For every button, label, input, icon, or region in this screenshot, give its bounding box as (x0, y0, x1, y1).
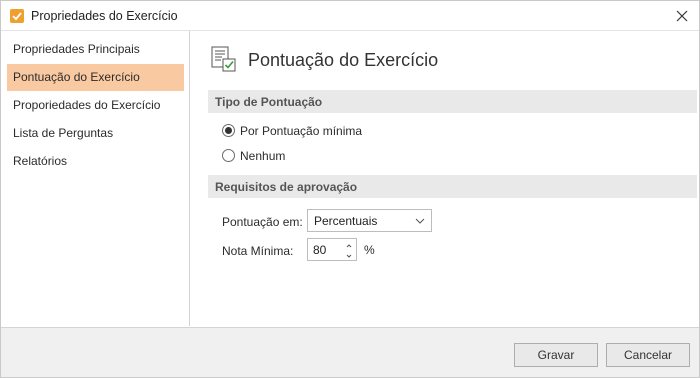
chevron-down-icon (346, 254, 352, 258)
radio-button-checked[interactable] (222, 124, 235, 137)
select-value: Percentuais (314, 214, 378, 228)
main-panel: Pontuação do Exercício Tipo de Pontuação… (191, 31, 699, 326)
min-grade-value[interactable]: 80 (313, 243, 326, 257)
close-button[interactable] (671, 5, 693, 27)
score-in-label: Pontuação em: (222, 215, 303, 229)
min-grade-label: Nota Mínima: (222, 244, 294, 258)
cancel-button[interactable]: Cancelar (606, 343, 690, 367)
chevron-down-icon (415, 218, 425, 224)
score-sheet-icon (211, 46, 237, 72)
section-title: Tipo de Pontuação (215, 95, 323, 109)
approval-requirements-section-header: Requisitos de aprovação (208, 175, 697, 198)
score-in-select[interactable]: Percentuais (307, 209, 432, 232)
increment-button[interactable] (344, 240, 354, 250)
percent-unit: % (364, 243, 375, 257)
window-title: Propriedades do Exercício (31, 9, 178, 23)
save-button[interactable]: Gravar (514, 343, 598, 367)
sidebar-item-reports[interactable]: Relatórios (7, 148, 184, 175)
scoring-type-section-header: Tipo de Pontuação (208, 90, 697, 113)
sidebar-item-exercise-scoring[interactable]: Pontuação do Exercício (7, 64, 184, 91)
sidebar-item-exercise-properties[interactable]: Proporiedades do Exercício (7, 92, 184, 119)
title-bar: Propriedades do Exercício (1, 1, 699, 31)
sidebar-item-question-list[interactable]: Lista de Perguntas (7, 120, 184, 147)
page-title: Pontuação do Exercício (248, 50, 439, 70)
properties-dialog: Propriedades do Exercício Propriedades P… (0, 0, 700, 378)
orange-check-icon (10, 9, 24, 23)
decrement-button[interactable] (344, 250, 354, 260)
min-grade-stepper[interactable]: 80 (307, 238, 357, 261)
sidebar: Propriedades Principais Pontuação do Exe… (1, 31, 190, 326)
section-title: Requisitos de aprovação (215, 180, 358, 194)
radio-label: Por Pontuação mínima (240, 124, 363, 138)
close-icon (676, 10, 688, 22)
sidebar-item-main-properties[interactable]: Propriedades Principais (7, 36, 184, 63)
radio-button[interactable] (222, 149, 235, 162)
radio-label: Nenhum (240, 149, 286, 163)
dialog-footer: Gravar Cancelar (1, 327, 699, 377)
